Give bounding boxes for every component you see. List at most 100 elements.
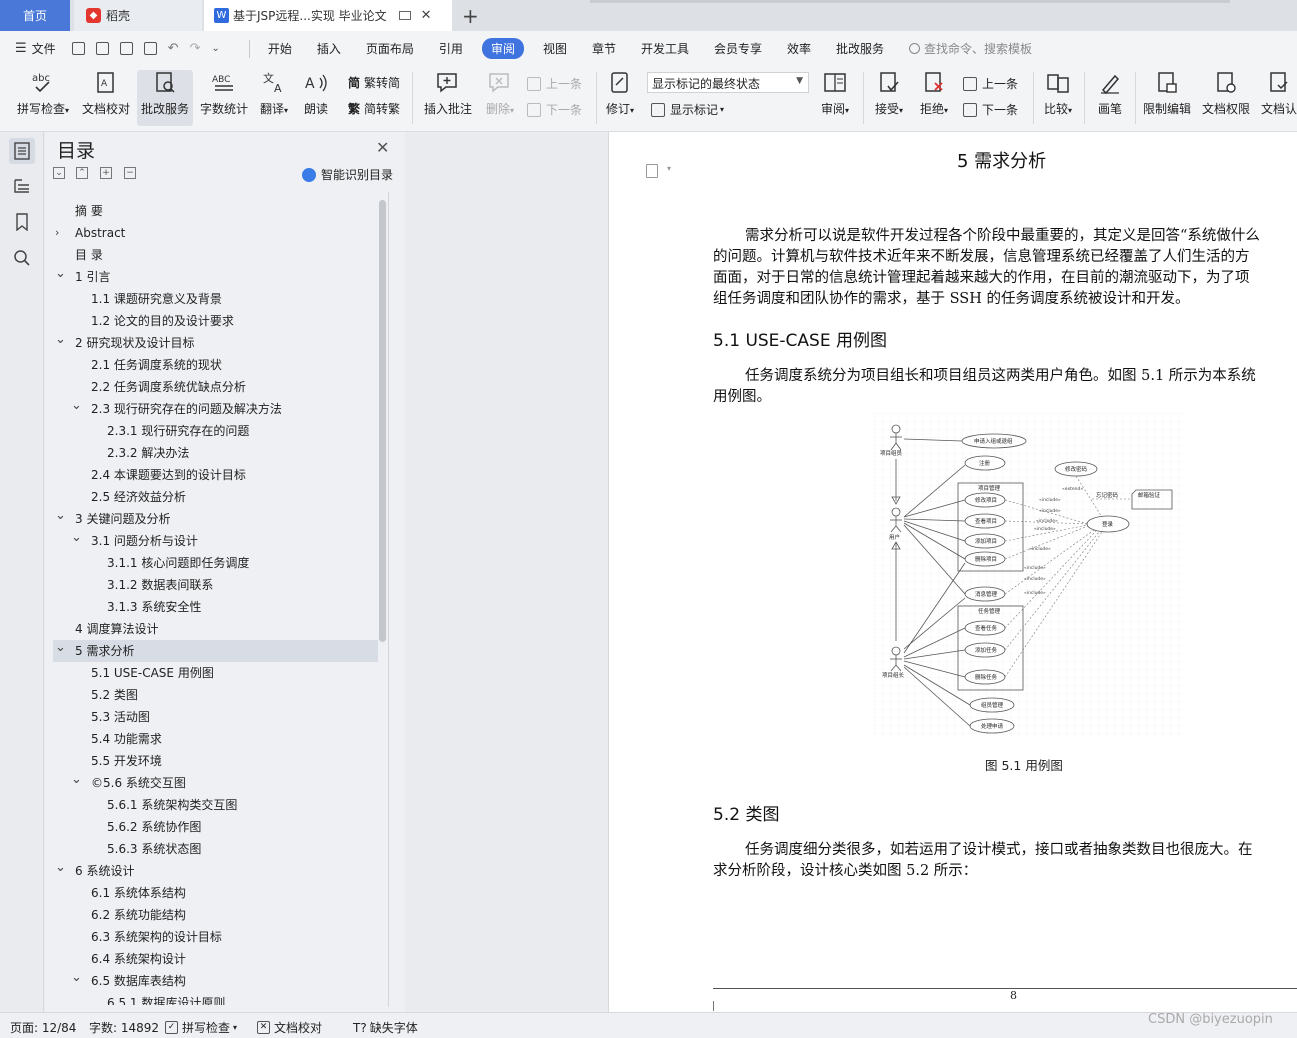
spell-check-button[interactable]: abc 拼写检查▾ [11, 70, 75, 117]
toc-item[interactable]: 5.6.1 系统架构类交互图 [53, 794, 378, 816]
print-preview-icon[interactable] [143, 42, 157, 55]
menu-insert[interactable]: 插入 [317, 40, 341, 57]
menu-correction[interactable]: 批改服务 [836, 40, 884, 57]
markup-state-select[interactable]: 显示标记的最终状态 ▼ [647, 72, 809, 93]
insert-comment-button[interactable]: 插入批注 [422, 70, 474, 117]
hamburger-icon[interactable]: ☰ [15, 41, 27, 56]
menu-start[interactable]: 开始 [268, 40, 292, 57]
toc-item[interactable]: 6.2 系统功能结构 [53, 904, 378, 926]
document-permission-button[interactable]: 文档权限 [1200, 70, 1252, 117]
bookmark-icon[interactable] [9, 209, 35, 235]
chevron-down-icon[interactable]: ⌄ [55, 637, 66, 659]
simp-to-trad-button[interactable]: 繁简转繁 [348, 100, 400, 117]
new-tab-button[interactable]: + [462, 4, 479, 28]
toc-item[interactable]: 2.4 本课题要达到的设计目标 [53, 464, 378, 486]
export-pdf-icon[interactable] [95, 42, 109, 55]
toc-item[interactable]: 6.4 系统架构设计 [53, 948, 378, 970]
chevron-down-icon[interactable]: ⌄ [71, 527, 82, 549]
toc-item[interactable]: 5.1 USE-CASE 用例图 [53, 662, 378, 684]
toc-item[interactable]: 目 录 [53, 244, 378, 266]
toc-item[interactable]: 3.1.1 核心问题即任务调度 [53, 552, 378, 574]
chevron-down-icon[interactable]: ⌄ [71, 967, 82, 989]
menu-developer[interactable]: 开发工具 [641, 40, 689, 57]
expand-up-icon[interactable]: ⌃ [76, 167, 88, 179]
tab-home[interactable]: 首页 [0, 0, 70, 31]
menu-view[interactable]: 视图 [543, 40, 567, 57]
toc-item[interactable]: ⌄ 2 研究现状及设计目标 [53, 332, 378, 354]
smart-toc-button[interactable]: 智能识别目录 [302, 166, 393, 183]
menu-efficiency[interactable]: 效率 [787, 40, 811, 57]
toc-item[interactable]: 6.3 系统架构的设计目标 [53, 926, 378, 948]
chevron-down-icon[interactable]: ⌄ [55, 263, 66, 285]
restrict-editing-button[interactable]: 限制编辑 [1141, 70, 1193, 117]
save-icon[interactable] [71, 42, 85, 55]
tab-document[interactable]: W 基于JSP远程...实现 毕业论文 ✕ [204, 0, 452, 31]
ink-button[interactable]: 画笔 [1092, 70, 1128, 117]
toc-item[interactable]: ⌄ 6 系统设计 [53, 860, 378, 882]
toc-item[interactable]: 5.5 开发环境 [53, 750, 378, 772]
toc-item[interactable]: 5.2 类图 [53, 684, 378, 706]
chevron-down-icon[interactable]: ⌄ [55, 505, 66, 527]
toc-item[interactable]: 4 调度算法设计 [53, 618, 378, 640]
tab-daoke[interactable]: ◆ 稻壳 [74, 0, 202, 31]
track-changes-button[interactable]: 修订▾ [603, 70, 637, 117]
toc-item[interactable]: 2.3.1 现行研究存在的问题 [53, 420, 378, 442]
chevron-right-icon[interactable]: › [55, 222, 59, 244]
trad-to-simp-button[interactable]: 简繁转简 [348, 74, 400, 91]
remove-heading-icon[interactable]: − [124, 167, 136, 179]
page-indicator[interactable]: 页面: 12/84 [10, 1019, 76, 1036]
toc-item[interactable]: 5.3 活动图 [53, 706, 378, 728]
next-change-button[interactable]: 下一条 [963, 101, 1018, 118]
chevron-down-icon[interactable]: ⌄ [71, 769, 82, 791]
customize-chevron-icon[interactable]: ⌄ [211, 43, 219, 54]
menu-file[interactable]: 文件 [32, 40, 56, 57]
translate-button[interactable]: 文A 翻译▾ [256, 70, 292, 117]
toc-item[interactable]: 1.2 论文的目的及设计要求 [53, 310, 378, 332]
find-icon[interactable] [9, 245, 35, 271]
toc-item[interactable]: ⌄ 3 关键问题及分析 [53, 508, 378, 530]
page-layout-arrow-icon[interactable]: ▾ [667, 164, 671, 173]
toc-item[interactable]: ⌄ 3.1 问题分析与设计 [53, 530, 378, 552]
doc-check-button[interactable]: A 文档校对 [79, 70, 133, 117]
toc-item[interactable]: 5.4 功能需求 [53, 728, 378, 750]
collapse-all-icon[interactable]: ⌄ [53, 167, 65, 179]
toc-item[interactable]: ⌄ 6.5 数据库表结构 [53, 970, 378, 992]
toc-item[interactable]: ⌄ 5 需求分析 [53, 640, 378, 662]
outline-panel-icon[interactable] [9, 173, 35, 199]
redo-icon[interactable]: ↷ [190, 41, 201, 56]
review-pane-button[interactable]: 审阅▾ [817, 70, 853, 117]
menu-review[interactable]: 审阅 [481, 38, 524, 59]
menu-member[interactable]: 会员专享 [714, 40, 762, 57]
prev-change-button[interactable]: 上一条 [963, 75, 1018, 92]
add-heading-icon[interactable]: + [100, 167, 112, 179]
status-doc-check[interactable]: ✕ 文档校对 [257, 1019, 322, 1036]
document-certify-button[interactable]: 文档认 [1259, 70, 1297, 117]
menu-layout[interactable]: 页面布局 [366, 40, 414, 57]
status-spell-check[interactable]: ✓ 拼写检查 ▾ [165, 1019, 237, 1036]
toc-item[interactable]: 2.1 任务调度系统的现状 [53, 354, 378, 376]
read-aloud-button[interactable]: A 朗读 [300, 70, 332, 117]
accept-button[interactable]: 接受▾ [871, 70, 907, 117]
chevron-down-icon[interactable]: ⌄ [71, 395, 82, 417]
close-tab-icon[interactable]: ✕ [421, 8, 432, 23]
prev-comment-button[interactable]: 上一条 [527, 75, 582, 92]
next-comment-button[interactable]: 下一条 [527, 101, 582, 118]
toc-item[interactable]: 1.1 课题研究意义及背景 [53, 288, 378, 310]
compare-button[interactable]: 比较▾ [1040, 70, 1076, 117]
command-search[interactable]: 查找命令、搜索模板 [909, 40, 1032, 57]
undo-icon[interactable]: ↶ [168, 41, 179, 56]
word-count-button[interactable]: ABC 字数统计 [198, 70, 250, 117]
page-layout-icon[interactable] [646, 164, 658, 178]
missing-font-indicator[interactable]: T? 缺失字体 [353, 1019, 418, 1036]
print-icon[interactable] [119, 42, 133, 55]
reject-button[interactable]: 拒绝▾ [916, 70, 952, 117]
toc-item[interactable]: 6.1 系统体系结构 [53, 882, 378, 904]
toc-item[interactable]: 6.5.1 数据库设计原则 [53, 992, 378, 1005]
window-mode-icon[interactable] [398, 11, 411, 20]
chevron-down-icon[interactable]: ⌄ [55, 857, 66, 879]
toc-item[interactable]: 摘 要 [53, 200, 378, 222]
toc-item[interactable]: 3.1.2 数据表间联系 [53, 574, 378, 596]
toc-item[interactable]: ⌄ 1 引言 [53, 266, 378, 288]
correction-service-button[interactable]: 批改服务 [137, 70, 193, 126]
toc-item[interactable]: ⌄ 2.3 现行研究存在的问题及解决方法 [53, 398, 378, 420]
